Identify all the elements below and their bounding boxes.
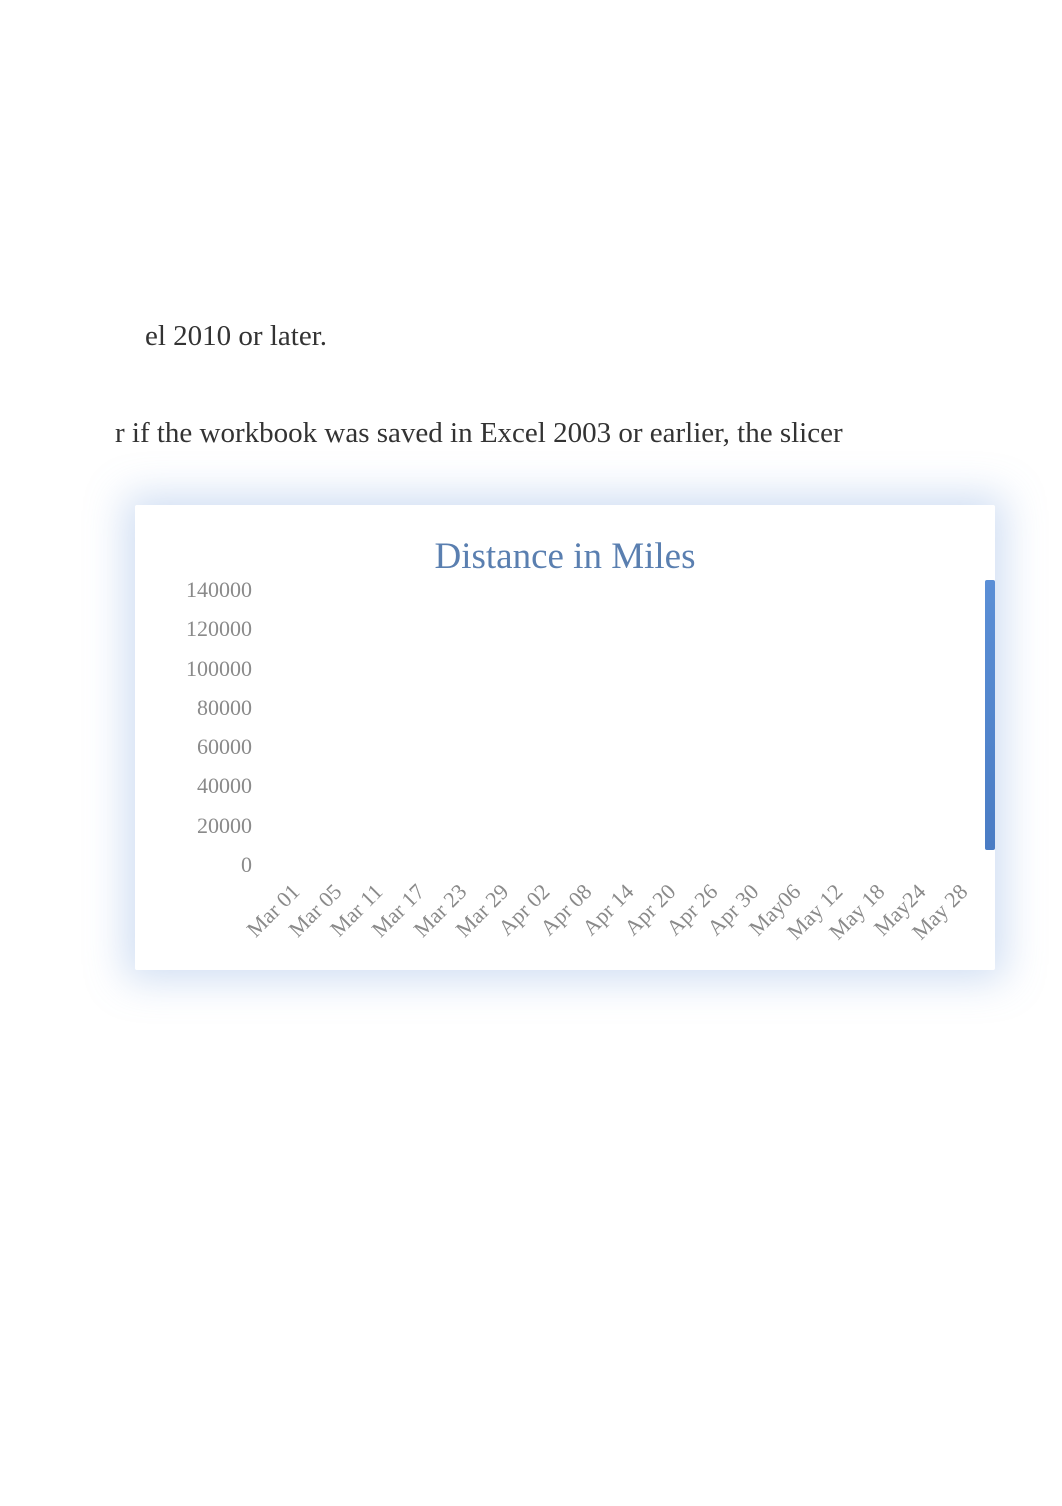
y-tick-label: 100000: [137, 658, 252, 680]
chart-title: Distance in Miles: [135, 535, 995, 578]
plot-area: [265, 590, 975, 865]
text-fragment-2: r if the workbook was saved in Excel 200…: [115, 417, 843, 450]
y-axis: 020000400006000080000100000120000140000: [135, 590, 260, 865]
y-tick-label: 120000: [137, 618, 252, 640]
y-tick-label: 0: [137, 854, 252, 876]
x-axis: Mar 01Mar 05Mar 11Mar 17Mar 23Mar 29Apr …: [265, 865, 975, 965]
y-tick-label: 60000: [137, 736, 252, 758]
text-fragment-1: el 2010 or later.: [145, 320, 327, 353]
chart-distance-miles[interactable]: Distance in Miles 0 20000 40000 60000 80000 1…: [135, 505, 995, 970]
y-tick-label: 20000: [137, 815, 252, 837]
y-tick-label: 40000: [137, 775, 252, 797]
slicer-scroll-strip[interactable]: [985, 580, 995, 850]
y-tick-label: 140000: [137, 579, 252, 601]
y-tick-label: 80000: [137, 697, 252, 719]
